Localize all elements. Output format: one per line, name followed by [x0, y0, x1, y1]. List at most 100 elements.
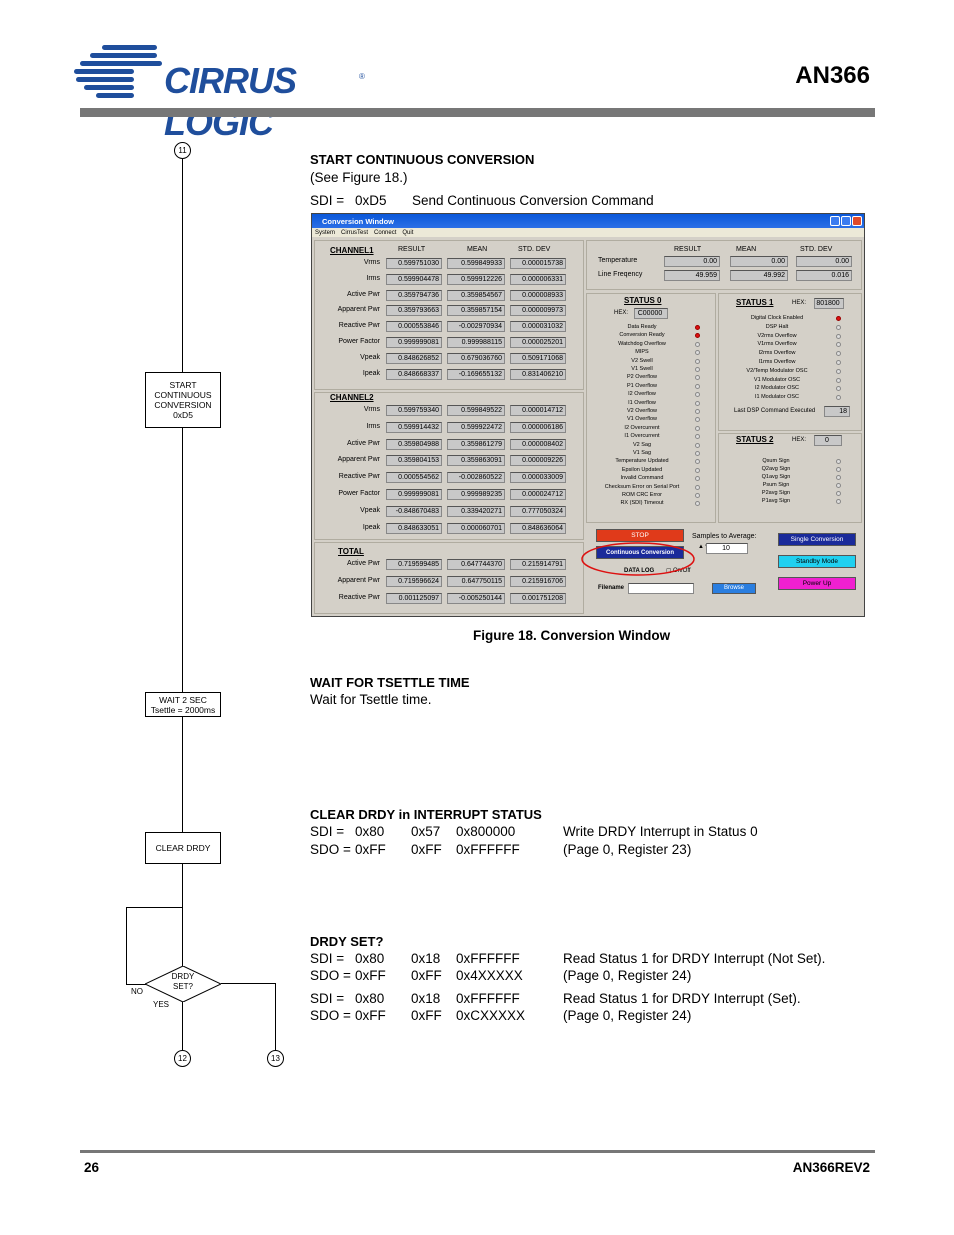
browse-button[interactable]: Browse: [712, 583, 756, 594]
section-text: Wait for Tsettle time.: [310, 692, 432, 707]
status0-item: V1 Sag: [632, 450, 652, 456]
ch1-mean: -0.002970934: [447, 321, 505, 333]
status1-led-icon: [836, 333, 841, 339]
ch1-stddev: 0.000015738: [510, 258, 566, 269]
temp-row-label: Line Freqency: [598, 271, 643, 278]
temp-row-label: Temperature: [598, 257, 638, 264]
flow-line: [182, 717, 183, 832]
connector-label: 13: [271, 1054, 280, 1063]
flow-text: 0xD5: [173, 410, 193, 420]
flow-loop-line: [126, 907, 127, 984]
standby-mode-button[interactable]: Standby Mode: [778, 555, 856, 568]
minimize-icon[interactable]: [830, 216, 840, 226]
ch2-stddev: 0.000024712: [510, 489, 566, 500]
status0-item: I1 Overcurrent: [624, 433, 660, 440]
status0-led-icon: [695, 442, 700, 448]
flow-text: WAIT 2 SEC: [159, 694, 207, 705]
connector-12: 12: [174, 1050, 191, 1067]
status0-led-icon: [695, 451, 700, 456]
doc-revision: AN366REV2: [792, 1160, 870, 1175]
flow-box-clear-drdy: CLEAR DRDY: [145, 832, 221, 864]
total-result: 0.001125097: [386, 593, 442, 604]
status0-item: ROM CRC Error: [621, 492, 663, 498]
status1-item: V2rms Overflow: [757, 332, 797, 339]
status0-hex: C00000: [634, 308, 668, 319]
ch1-mean: 0.999988115: [447, 337, 505, 348]
status0-item: Temperature Updated: [615, 458, 669, 465]
status1-led-icon: [836, 360, 841, 365]
temp-mean: 49.992: [730, 270, 788, 281]
spec-cell: Write DRDY Interrupt in Status 0: [563, 824, 758, 839]
menu-quit[interactable]: Quit: [402, 230, 413, 236]
temp-stddev: 0.00: [796, 256, 852, 267]
spec-cell: Read Status 1 for DRDY Interrupt (Not Se…: [563, 951, 826, 966]
status2-label: STATUS 2: [736, 435, 774, 444]
ch2-result: 0.359804153: [386, 455, 442, 467]
total-mean: 0.647750115: [447, 576, 505, 587]
ch2-stddev: 0.000014712: [510, 405, 566, 416]
sdi-label: SDI =: [310, 193, 345, 208]
window-titlebar: Conversion Window: [312, 214, 864, 228]
status0-item: V2 Swell: [631, 357, 653, 364]
cirrus-swirl-icon: [74, 45, 162, 98]
ch2-row-label: Vrms: [363, 406, 380, 413]
ch1-mean: 0.599912226: [447, 273, 505, 285]
status0-item: Watchdog Overflow: [618, 340, 666, 347]
flow-line: [182, 1002, 183, 1050]
ch1-result: 0.599751030: [386, 258, 442, 269]
ch1-result: 0.599904478: [386, 273, 442, 285]
status0-item: V2 Overflow: [627, 408, 657, 414]
close-icon[interactable]: [852, 216, 862, 226]
maximize-icon[interactable]: [841, 216, 851, 226]
filename-input[interactable]: [628, 583, 694, 594]
last-dsp-label: Last DSP Command Executed: [734, 408, 816, 414]
flow-line: [275, 983, 276, 1050]
ch2-stddev: 0.000009226: [510, 455, 566, 467]
status0-item: V1 Overflow: [627, 416, 657, 423]
ch1-row-label: Reactive Pwr: [338, 322, 380, 330]
spec-cell: (Page 0, Register 23): [563, 842, 692, 857]
connector-11: 11: [174, 142, 191, 159]
ch2-row-label: Ipeak: [362, 523, 380, 531]
spec-cell: 0x80: [355, 824, 385, 839]
ch2-result: 0.000554562: [386, 472, 442, 484]
ch1-row-label: Power Factor: [338, 338, 380, 345]
status1-item: I1 Modulator OSC: [754, 394, 800, 401]
ch1-stddev: 0.509171068: [510, 352, 566, 364]
status1-item: I2 Modulator OSC: [754, 385, 800, 392]
total-stddev: 0.215914791: [510, 559, 566, 570]
flow-diamond-label: DRDY: [171, 972, 195, 981]
ch1-mean: 0.599849933: [447, 258, 505, 269]
ch2-stddev: 0.848636064: [510, 522, 566, 534]
spec-cell: 0x800000: [456, 824, 516, 839]
menu-system[interactable]: System: [315, 230, 335, 236]
flow-text: CLEAR DRDY: [155, 843, 211, 853]
spec-cell: SDI =: [310, 951, 345, 966]
status2-item: Qsum Sign: [762, 458, 790, 464]
col-header: STD. DEV: [800, 246, 833, 253]
status2-led-icon: [836, 459, 841, 464]
ch2-result: -0.848670483: [386, 505, 442, 517]
status1-item: I2rms Overflow: [758, 350, 796, 357]
samples-input[interactable]: 10: [706, 543, 748, 554]
power-up-button[interactable]: Power Up: [778, 577, 856, 590]
status0-led-icon: [695, 409, 700, 414]
col-header: MEAN: [467, 246, 488, 253]
logo: CIRRUS LOGIC ®: [72, 42, 372, 143]
spec-cell: 0x80: [355, 951, 385, 966]
spec-cell: SDI =: [310, 991, 345, 1006]
ch2-mean: 0.359863091: [447, 455, 505, 467]
ch1-result: 0.999999081: [386, 337, 442, 348]
ch1-result: 0.359794736: [386, 289, 442, 301]
single-conversion-button[interactable]: Single Conversion: [778, 533, 856, 546]
status1-hex-label: HEX:: [792, 300, 807, 306]
ch1-stddev: 0.000006331: [510, 273, 566, 285]
menu-connect[interactable]: Connect: [374, 230, 396, 236]
ch2-row-label: Apparent Pwr: [337, 456, 380, 464]
window-menubar: System CirrusTest Connect Quit: [312, 228, 864, 237]
flow-box-start-conversion: START CONTINUOUS CONVERSION 0xD5: [145, 372, 221, 428]
ch2-stddev: 0.000008402: [510, 438, 566, 450]
ch1-row-label: Active Pwr: [346, 290, 380, 298]
status0-item: V1 Swell: [631, 366, 653, 372]
menu-cirrustest[interactable]: CirrusTest: [341, 230, 368, 236]
